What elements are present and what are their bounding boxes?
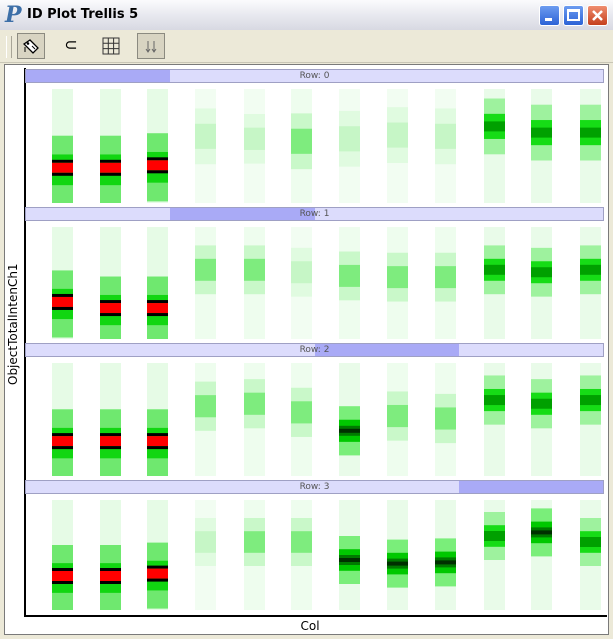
- toolbar: ⊂: [0, 30, 613, 63]
- density-column-1: [52, 363, 73, 476]
- density-column-10: [484, 500, 505, 610]
- density-column-5: [244, 363, 265, 476]
- density-column-9: [435, 363, 456, 476]
- subset-tool-button[interactable]: ⊂: [57, 33, 85, 59]
- row-0-strip[interactable]: Row: 0: [25, 69, 604, 83]
- density-column-1: [52, 227, 73, 339]
- title-bar[interactable]: P ID Plot Trellis 5: [0, 0, 613, 31]
- density-column-2: [100, 227, 121, 339]
- maximize-button[interactable]: [563, 5, 584, 26]
- row-1-panel[interactable]: [25, 221, 604, 343]
- density-column-4: [195, 227, 216, 339]
- minimize-icon: [545, 18, 552, 21]
- density-column-7: [339, 500, 360, 610]
- density-column-12: [580, 89, 601, 203]
- density-column-2: [100, 89, 121, 203]
- y-axis-label: ObjectTotalIntenCh1: [6, 263, 20, 385]
- density-column-12: [580, 363, 601, 476]
- row-3-strip[interactable]: Row: 3: [25, 480, 604, 494]
- density-column-1: [52, 89, 73, 203]
- toolbar-grip[interactable]: [6, 36, 12, 58]
- sort-tool-button[interactable]: [137, 33, 165, 59]
- density-column-7: [339, 363, 360, 476]
- density-column-3: [147, 89, 168, 203]
- grid-tool-button[interactable]: [97, 33, 125, 59]
- row-2-strip[interactable]: Row: 2: [25, 343, 604, 357]
- minimize-button[interactable]: [539, 5, 560, 26]
- row-2-strip-label: Row: 2: [299, 345, 330, 355]
- close-button[interactable]: [587, 5, 608, 26]
- maximize-icon: [567, 9, 580, 21]
- density-column-7: [339, 227, 360, 339]
- select-tag-icon: [22, 39, 39, 54]
- density-column-11: [531, 227, 552, 339]
- x-axis-label: Col: [300, 619, 320, 633]
- grid-icon: [102, 37, 120, 55]
- density-column-4: [195, 363, 216, 476]
- density-column-10: [484, 89, 505, 203]
- density-column-5: [244, 89, 265, 203]
- row-0-density-plot: [52, 89, 601, 203]
- density-column-11: [531, 363, 552, 476]
- row-2-density-plot: [52, 363, 601, 476]
- density-column-8: [387, 363, 408, 476]
- density-column-7: [339, 89, 360, 203]
- row-2-panel[interactable]: [25, 357, 604, 480]
- density-column-6: [291, 227, 312, 339]
- density-column-9: [435, 227, 456, 339]
- sort-arrows-icon: [145, 41, 157, 53]
- density-column-6: [291, 500, 312, 610]
- density-column-12: [580, 500, 601, 610]
- density-column-10: [484, 227, 505, 339]
- density-column-1: [52, 500, 73, 610]
- density-column-3: [147, 227, 168, 339]
- density-column-11: [531, 500, 552, 610]
- density-column-6: [291, 363, 312, 476]
- density-column-9: [435, 89, 456, 203]
- subset-icon: ⊂: [64, 35, 78, 54]
- density-column-4: [195, 500, 216, 610]
- select-tool-button[interactable]: [17, 33, 45, 59]
- density-column-10: [484, 363, 505, 476]
- density-column-8: [387, 227, 408, 339]
- density-column-2: [100, 500, 121, 610]
- density-column-2: [100, 363, 121, 476]
- row-3-strip-label: Row: 3: [299, 482, 330, 492]
- density-column-5: [244, 500, 265, 610]
- row-1-strip-label: Row: 1: [299, 209, 330, 219]
- density-column-8: [387, 89, 408, 203]
- density-column-6: [291, 89, 312, 203]
- app-logo: P: [5, 2, 22, 28]
- density-column-12: [580, 227, 601, 339]
- density-column-3: [147, 500, 168, 610]
- row-3-panel[interactable]: [25, 494, 604, 614]
- density-column-11: [531, 89, 552, 203]
- window-title: ID Plot Trellis 5: [27, 7, 139, 22]
- density-column-5: [244, 227, 265, 339]
- close-icon: [592, 10, 603, 21]
- row-3-density-plot: [52, 500, 601, 610]
- density-column-4: [195, 89, 216, 203]
- row-1-density-plot: [52, 227, 601, 339]
- density-column-8: [387, 500, 408, 610]
- density-column-9: [435, 500, 456, 610]
- row-0-panel[interactable]: [25, 83, 604, 207]
- row-0-strip-label: Row: 0: [299, 71, 330, 81]
- density-column-3: [147, 363, 168, 476]
- row-1-strip[interactable]: Row: 1: [25, 207, 604, 221]
